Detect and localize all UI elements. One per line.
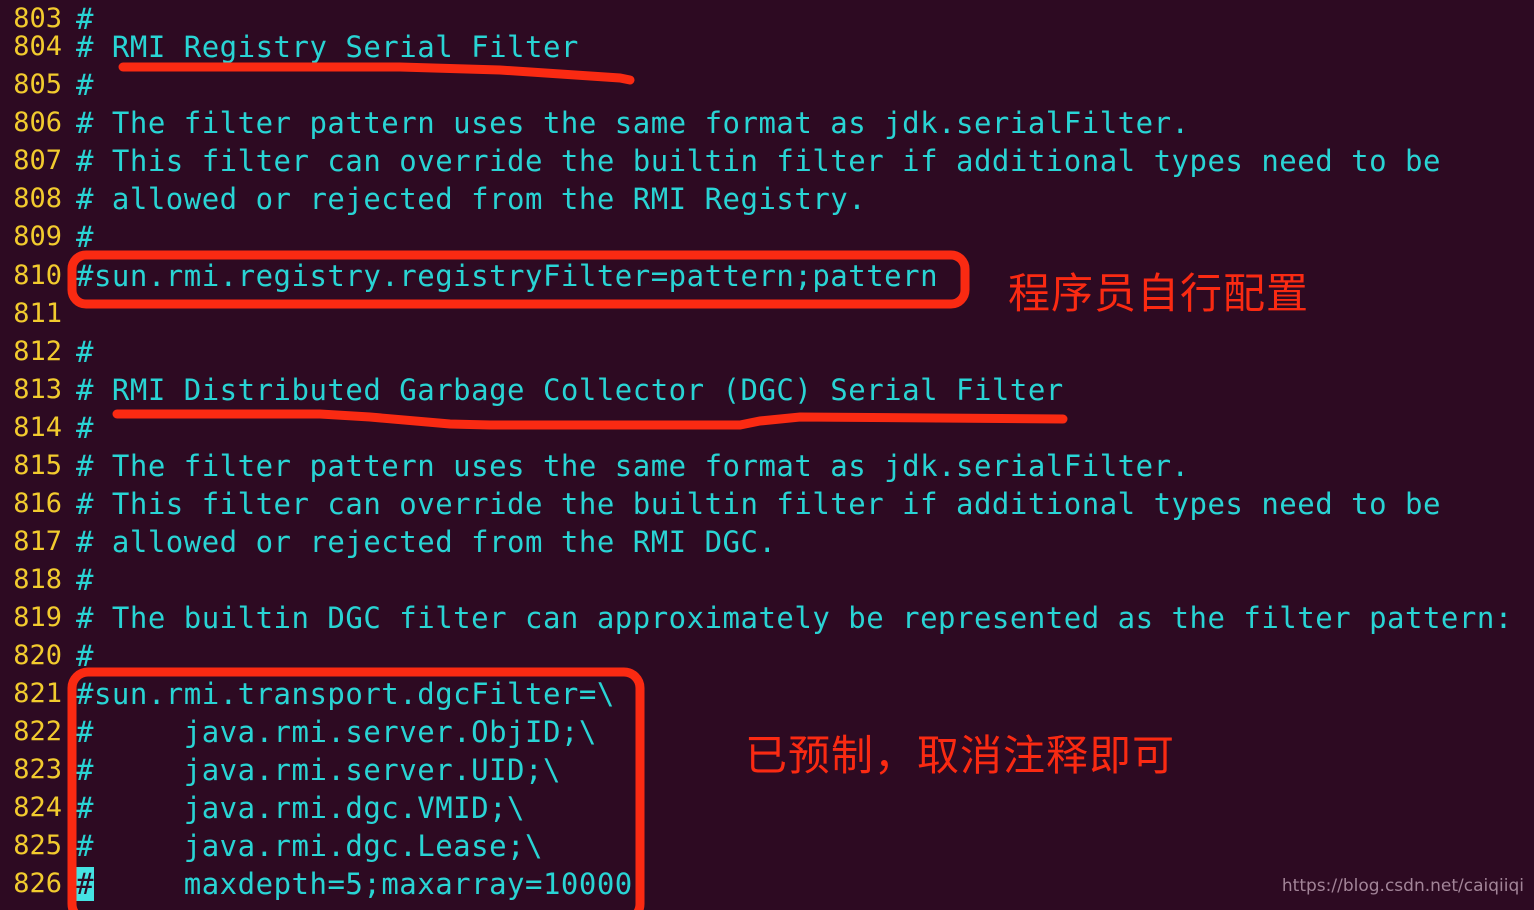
line-content: # allowed or rejected from the RMI Regis… <box>76 182 867 216</box>
line-number: 826 <box>13 868 62 899</box>
line-number: 816 <box>13 488 62 519</box>
line-content: #sun.rmi.registry.registryFilter=pattern… <box>76 259 939 293</box>
code-line[interactable]: 819 # The builtin DGC filter can approxi… <box>0 599 1534 637</box>
line-content: # RMI Registry Serial Filter <box>76 30 579 64</box>
line-content: # java.rmi.server.UID;\ <box>76 753 561 787</box>
line-number: 808 <box>13 183 62 214</box>
line-number: 807 <box>13 145 62 176</box>
code-line[interactable]: 825 # java.rmi.dgc.Lease;\ <box>0 827 1534 865</box>
line-number: 813 <box>13 374 62 405</box>
code-line[interactable]: 813 # RMI Distributed Garbage Collector … <box>0 371 1534 409</box>
line-content: # The filter pattern uses the same forma… <box>76 449 1190 483</box>
code-line[interactable]: 807 # This filter can override the built… <box>0 142 1534 180</box>
line-content: # The filter pattern uses the same forma… <box>76 106 1190 140</box>
watermark-url: https://blog.csdn.net/caiqiiqi <box>1281 876 1524 896</box>
line-number: 806 <box>13 107 62 138</box>
annotation-note-registry: 程序员自行配置 <box>1008 269 1310 318</box>
line-number: 815 <box>13 450 62 481</box>
line-number: 805 <box>13 69 62 100</box>
code-line[interactable]: 814 # <box>0 409 1534 447</box>
code-line[interactable]: 816 # This filter can override the built… <box>0 485 1534 523</box>
line-content: # java.rmi.dgc.Lease;\ <box>76 829 543 863</box>
code-line[interactable]: 821 #sun.rmi.transport.dgcFilter=\ <box>0 675 1534 713</box>
line-number: 817 <box>13 526 62 557</box>
code-line[interactable]: 815 # The filter pattern uses the same f… <box>0 447 1534 485</box>
code-line[interactable]: 805 # <box>0 66 1534 104</box>
line-content: # The builtin DGC filter can approximate… <box>76 601 1513 635</box>
text-cursor[interactable]: # <box>76 867 94 901</box>
line-number: 820 <box>13 640 62 671</box>
code-line[interactable]: 818 # <box>0 561 1534 599</box>
line-number: 818 <box>13 564 62 595</box>
line-content: # java.rmi.dgc.VMID;\ <box>76 791 525 825</box>
line-content: # This filter can override the builtin f… <box>76 144 1441 178</box>
code-line[interactable]: 804 # RMI Registry Serial Filter <box>0 28 1534 66</box>
line-content-rest: maxdepth=5;maxarray=10000 <box>93 867 633 901</box>
line-number: 811 <box>13 298 62 329</box>
line-content: # <box>76 639 94 673</box>
line-content: # <box>76 68 94 102</box>
line-number: 824 <box>13 792 62 823</box>
line-number: 823 <box>13 754 62 785</box>
code-line[interactable]: 812 # <box>0 333 1534 371</box>
line-number: 804 <box>13 31 62 62</box>
code-line[interactable]: 824 # java.rmi.dgc.VMID;\ <box>0 789 1534 827</box>
line-content: # allowed or rejected from the RMI DGC. <box>76 525 777 559</box>
line-number: 812 <box>13 336 62 367</box>
line-content: #sun.rmi.transport.dgcFilter=\ <box>76 677 615 711</box>
line-number: 809 <box>13 221 62 252</box>
code-line[interactable]: 806 # The filter pattern uses the same f… <box>0 104 1534 142</box>
code-line[interactable]: 817 # allowed or rejected from the RMI D… <box>0 523 1534 561</box>
line-number: 821 <box>13 678 62 709</box>
line-number: 825 <box>13 830 62 861</box>
line-number: 822 <box>13 716 62 747</box>
annotation-note-dgc: 已预制，取消注释即可 <box>745 731 1176 780</box>
line-content: # <box>76 220 94 254</box>
line-content: # This filter can override the builtin f… <box>76 487 1441 521</box>
line-content: # <box>76 335 94 369</box>
code-line[interactable]: 808 # allowed or rejected from the RMI R… <box>0 180 1534 218</box>
code-line[interactable]: 820 # <box>0 637 1534 675</box>
code-line[interactable]: 809 # <box>0 218 1534 256</box>
line-content: # RMI Distributed Garbage Collector (DGC… <box>76 373 1064 407</box>
line-content: # <box>76 411 94 445</box>
line-content: # java.rmi.server.ObjID;\ <box>76 715 597 749</box>
line-number: 819 <box>13 602 62 633</box>
code-editor-screenshot: 803 # 804 # RMI Registry Serial Filter 8… <box>0 0 1534 910</box>
line-number: 814 <box>13 412 62 443</box>
line-content: # <box>76 563 94 597</box>
line-content: # maxdepth=5;maxarray=10000 <box>76 865 633 903</box>
line-number: 810 <box>13 260 62 291</box>
